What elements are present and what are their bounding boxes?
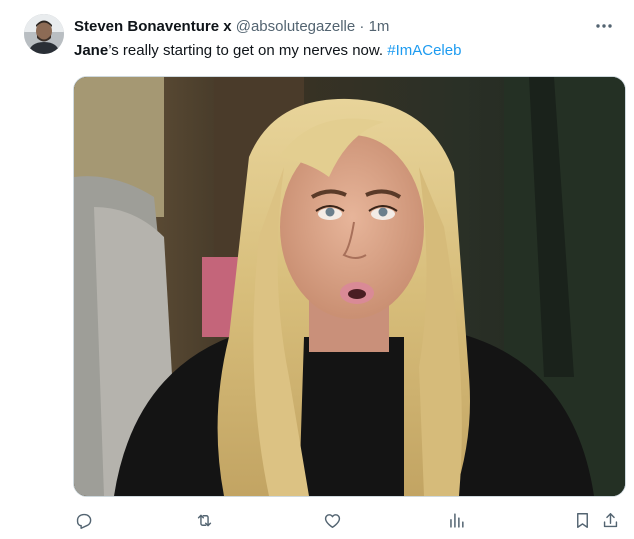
tweet-actions-bar xyxy=(0,505,634,535)
hashtag-link[interactable]: #ImACeleb xyxy=(387,42,461,59)
retweet-icon xyxy=(197,514,211,526)
photo-image xyxy=(74,77,625,496)
bookmark-button[interactable] xyxy=(570,508,594,532)
reply-icon xyxy=(76,513,91,529)
heart-icon xyxy=(324,513,340,528)
tweet-body: ’s really starting to get on my nerves n… xyxy=(108,42,388,59)
like-button[interactable] xyxy=(320,508,344,532)
author-handle[interactable]: @absolutegazelle xyxy=(236,18,355,35)
reply-button[interactable] xyxy=(71,508,95,532)
bookmark-icon xyxy=(576,512,588,528)
tweet-text: Jane’s really starting to get on my nerv… xyxy=(74,41,604,61)
share-icon xyxy=(603,512,617,527)
more-dots-icon xyxy=(596,24,612,28)
views-icon xyxy=(449,512,464,528)
more-options-button[interactable] xyxy=(592,16,616,36)
tweet-mention: Jane xyxy=(74,42,109,59)
header-separator: · xyxy=(359,18,365,35)
share-button[interactable] xyxy=(598,508,622,532)
tweet-header: Steven Bonaventure x @absolutegazelle · … xyxy=(74,17,590,37)
tweet-card[interactable]: Steven Bonaventure x @absolutegazelle · … xyxy=(0,0,634,539)
tweet-media-photo[interactable] xyxy=(73,76,626,497)
avatar[interactable] xyxy=(24,14,64,54)
user-avatar-icon xyxy=(24,14,64,54)
tweet-timestamp[interactable]: 1m xyxy=(369,18,390,35)
author-display-name[interactable]: Steven Bonaventure x xyxy=(74,18,232,35)
views-button[interactable] xyxy=(444,508,468,532)
retweet-button[interactable] xyxy=(192,508,216,532)
